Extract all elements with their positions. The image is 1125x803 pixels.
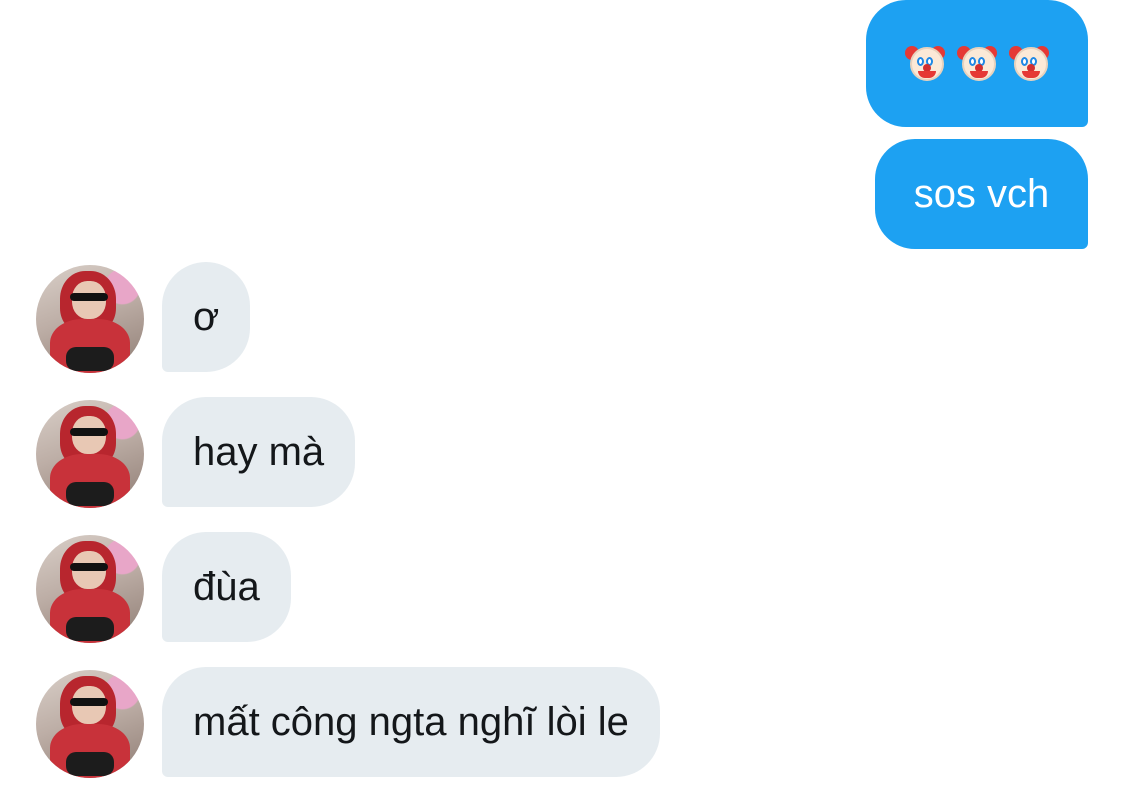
clown-face-icon xyxy=(957,43,997,85)
sent-message-bubble[interactable] xyxy=(866,0,1088,127)
message-text: đùa xyxy=(193,565,260,609)
contact-avatar[interactable] xyxy=(36,400,144,508)
received-message-bubble[interactable]: mất công ngta nghĩ lòi le xyxy=(162,667,660,777)
message-text: hay mà xyxy=(193,430,325,474)
received-message-bubble[interactable]: ơ xyxy=(162,262,251,372)
message-text: ơ xyxy=(193,295,220,339)
message-text: mất công ngta nghĩ lòi le xyxy=(193,700,629,744)
received-message-bubble[interactable]: hay mà xyxy=(162,397,356,507)
contact-avatar[interactable] xyxy=(36,265,144,373)
clown-face-icon xyxy=(905,43,945,85)
sent-message-bubble[interactable]: sos vch xyxy=(875,139,1088,249)
received-message-bubble[interactable]: đùa xyxy=(162,532,291,642)
clown-face-icon xyxy=(1009,43,1049,85)
contact-avatar[interactable] xyxy=(36,670,144,778)
message-text: sos vch xyxy=(913,172,1050,216)
contact-avatar[interactable] xyxy=(36,535,144,643)
